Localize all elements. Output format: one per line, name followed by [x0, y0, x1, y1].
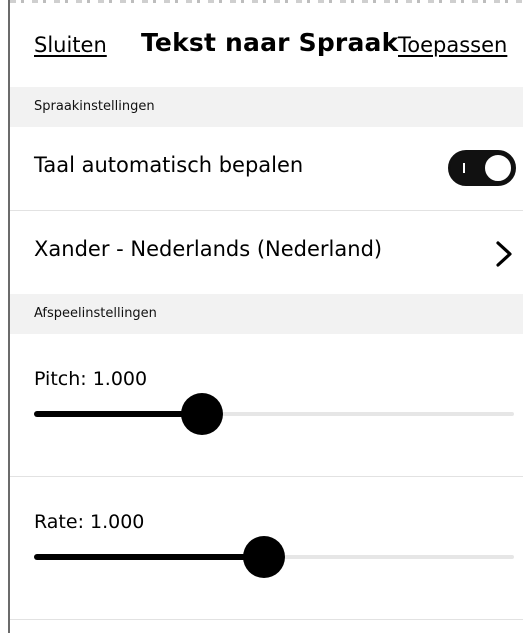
voice-label: Xander - Nederlands (Nederland) [34, 237, 383, 261]
pitch-slider-fill [34, 411, 202, 417]
rate-slider-block: Rate: 1.000 [10, 477, 523, 620]
rate-slider-fill [34, 554, 265, 560]
auto-language-label: Taal automatisch bepalen [34, 153, 304, 177]
header-bar: Sluiten Tekst naar Spraak Toepassen [10, 3, 523, 87]
chevron-right-icon[interactable] [490, 239, 516, 269]
voice-select-row[interactable]: Xander - Nederlands (Nederland) [10, 211, 523, 294]
auto-language-row: Taal automatisch bepalen [10, 127, 523, 211]
apply-button[interactable]: Toepassen [398, 33, 507, 57]
pitch-label: Pitch: 1.000 [34, 368, 148, 390]
rate-slider[interactable] [34, 536, 514, 578]
toggle-on-mark [463, 163, 465, 173]
section-header-speech: Spraakinstellingen [10, 87, 523, 127]
pitch-slider[interactable] [34, 393, 514, 435]
page-title: Tekst naar Spraak [141, 28, 399, 57]
toggle-knob [483, 153, 513, 183]
pitch-slider-thumb[interactable] [181, 393, 223, 435]
close-button[interactable]: Sluiten [34, 33, 107, 57]
pitch-slider-block: Pitch: 1.000 [10, 334, 523, 477]
tts-settings-panel: Sluiten Tekst naar Spraak Toepassen Spra… [10, 3, 523, 633]
auto-language-toggle[interactable] [448, 150, 516, 186]
section-header-playback: Afspeelinstellingen [10, 294, 523, 334]
rate-slider-thumb[interactable] [243, 536, 286, 578]
rate-label: Rate: 1.000 [34, 511, 145, 533]
